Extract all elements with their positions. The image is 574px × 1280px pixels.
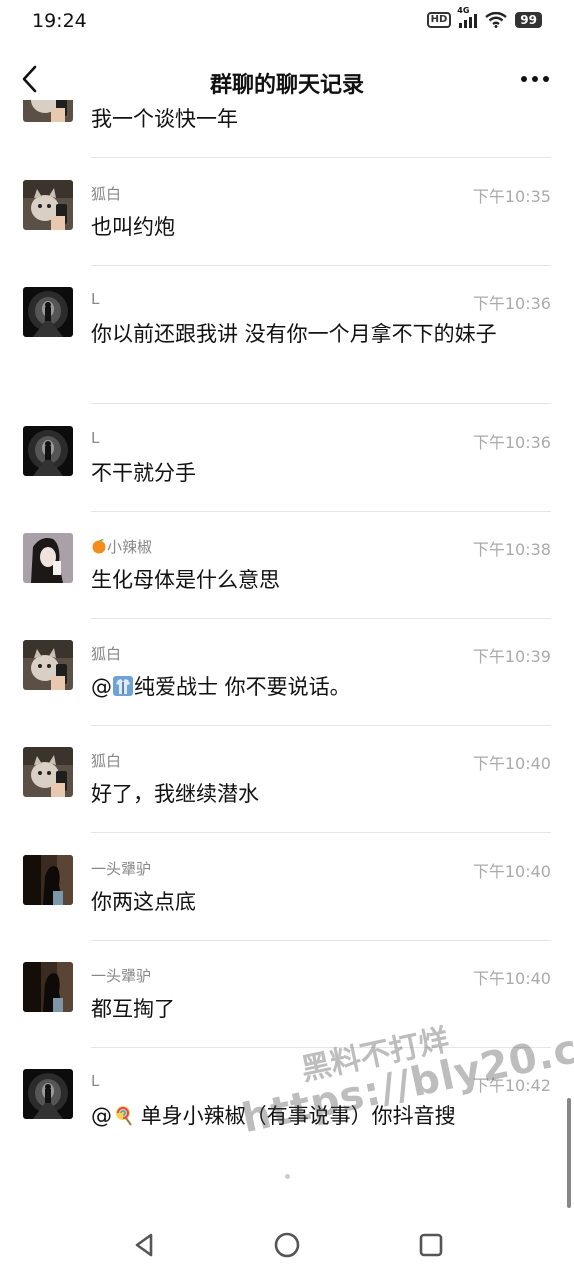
network-type: 4G (457, 6, 470, 15)
avatar[interactable] (23, 1069, 73, 1119)
square-recent-icon[interactable] (416, 1230, 446, 1260)
divider (91, 940, 551, 941)
message-text-body: 纯爱战士 你不要说话。 (134, 675, 351, 699)
sender-name: L (91, 429, 100, 447)
page-title: 群聊的聊天记录 (209, 73, 364, 98)
sender-name: 小辣椒 (91, 536, 152, 557)
status-bar: 19:24 HD 4G 99 (0, 0, 574, 44)
more-dots-icon[interactable] (518, 62, 552, 96)
sender-name: L (91, 290, 100, 308)
avatar[interactable] (23, 426, 73, 476)
divider (91, 618, 551, 619)
status-icons: HD 4G 99 (426, 6, 542, 28)
circle-home-icon[interactable] (272, 1230, 302, 1260)
system-nav-bar (0, 1210, 574, 1280)
message-text: 不干就分手 (91, 461, 196, 485)
sender-name-text: 小辣椒 (107, 538, 153, 556)
sender-name: 一头犟驴 (91, 860, 152, 878)
battery-icon: 99 (515, 12, 542, 28)
message-time: 下午10:38 (472, 540, 551, 559)
message-time: 下午10:40 (472, 754, 551, 773)
wifi-icon (485, 12, 508, 28)
avatar[interactable] (23, 855, 73, 905)
avatar[interactable] (23, 533, 73, 583)
divider (91, 511, 551, 512)
sender-name: 一头犟驴 (91, 967, 152, 985)
page-indicator-dot (285, 1174, 290, 1179)
avatar[interactable] (23, 747, 73, 797)
triangle-back-icon[interactable] (130, 1230, 160, 1260)
hd-icon: HD (426, 12, 452, 28)
divider (91, 832, 551, 833)
message-text: @ 纯爱战士 你不要说话。 (91, 672, 546, 703)
avatar[interactable] (23, 640, 73, 690)
sender-name: 狐白 (91, 752, 122, 770)
message-text: 生化母体是什么意思 (91, 568, 280, 592)
mention-prefix: @ (91, 675, 112, 699)
message-time: 下午10:36 (472, 294, 551, 313)
orange-emoji-icon (92, 539, 106, 554)
divider (91, 725, 551, 726)
message-time: 下午10:35 (472, 187, 551, 206)
message-text: 你两这点底 (91, 890, 196, 914)
message-text: 你以前还跟我讲 没有你一个月拿不下的妹子 (91, 322, 497, 346)
scrollbar[interactable] (567, 1098, 571, 1208)
avatar[interactable] (23, 180, 73, 230)
sender-name: L (91, 1072, 100, 1090)
avatar[interactable] (23, 100, 73, 122)
message-time: 下午10:40 (472, 969, 551, 988)
shirt-emoji-icon (113, 676, 133, 696)
avatar[interactable] (23, 962, 73, 1012)
divider (91, 157, 551, 158)
mention-prefix: @ (91, 1104, 112, 1128)
signal-icon: 4G (457, 6, 478, 28)
sender-name: 狐白 (91, 645, 122, 663)
divider (91, 265, 551, 266)
message-text: 我一个谈快一年 (91, 107, 238, 131)
sender-name: 狐白 (91, 185, 122, 203)
message-time: 下午10:36 (472, 433, 551, 452)
divider (91, 403, 551, 404)
message-time: 下午10:40 (472, 862, 551, 881)
status-time: 19:24 (32, 10, 87, 32)
message-time: 下午10:39 (472, 647, 551, 666)
avatar[interactable] (23, 287, 73, 337)
message-text: 好了，我继续潜水 (91, 782, 259, 806)
lollipop-emoji-icon (116, 1106, 132, 1126)
message-text: 也叫约炮 (91, 215, 175, 239)
